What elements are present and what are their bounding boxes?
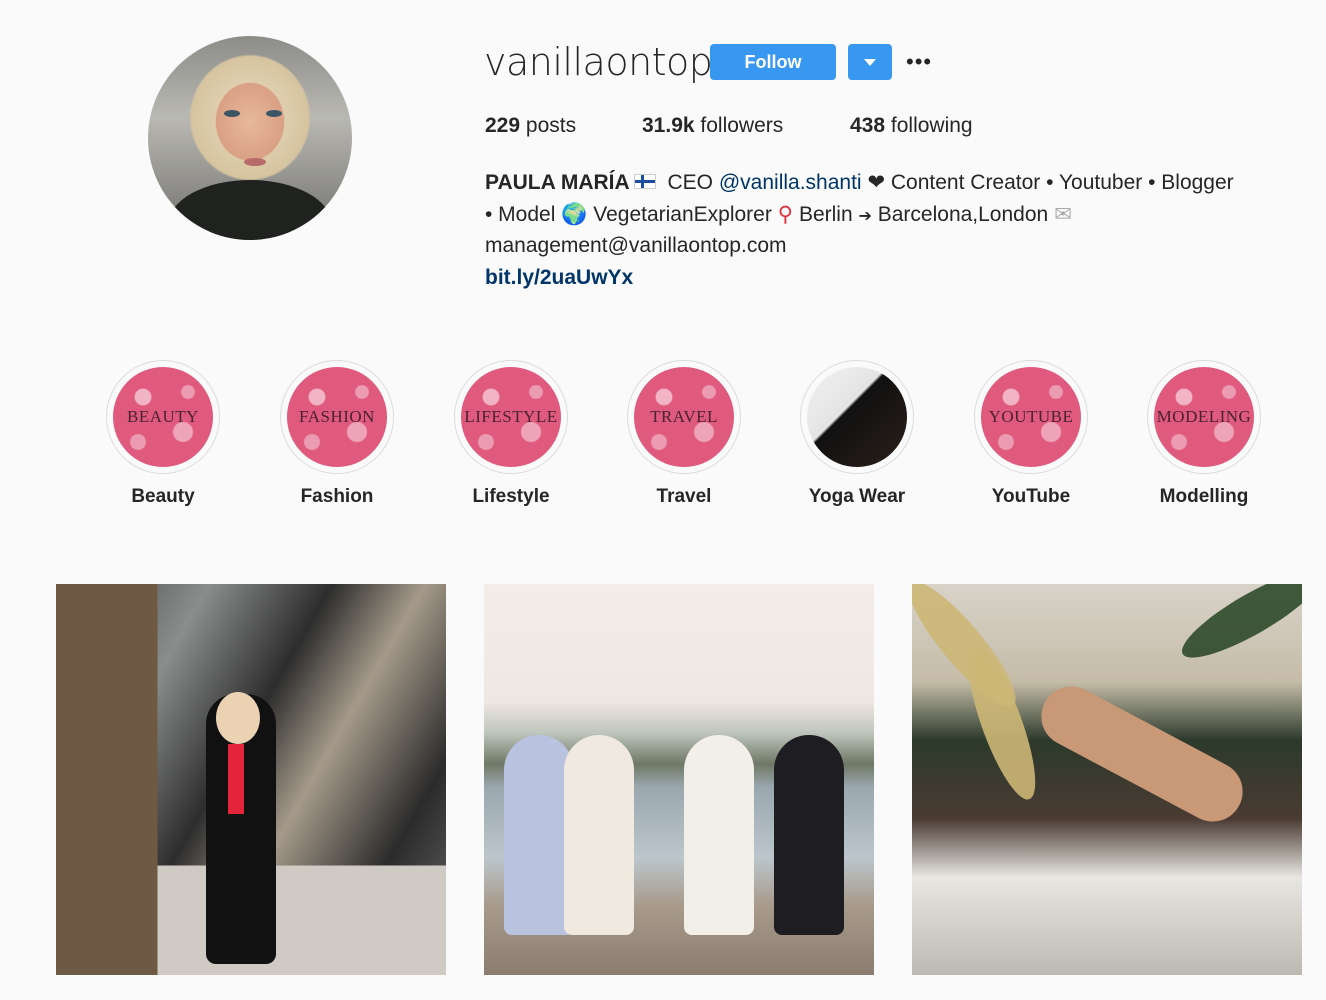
followers-count: 31.9k [642, 114, 695, 137]
post-photo-scarf [228, 744, 244, 814]
highlight-label: Fashion [300, 486, 374, 507]
bio-email: management@vanillaontop.com [485, 234, 787, 257]
highlight-lifestyle[interactable]: LIFESTYLE Lifestyle [454, 360, 568, 508]
post-photo-figure [774, 735, 844, 935]
followers-label: followers [700, 114, 784, 137]
bio-line-2: • Model 🌍 VegetarianExplorer ⚲ Berlin ➔ … [485, 202, 1072, 227]
highlight-label: Yoga Wear [808, 486, 906, 507]
avatar-eye [266, 110, 282, 117]
posts-count: 229 [485, 114, 521, 137]
highlight-cover: MODELING [1154, 367, 1254, 467]
highlight-youtube[interactable]: YOUTUBE YouTube [974, 360, 1088, 508]
highlight-cover-text: FASHION [299, 407, 375, 426]
avatar-eye [224, 110, 240, 117]
highlight-modelling[interactable]: MODELING Modelling [1147, 360, 1261, 508]
post-thumbnail[interactable] [912, 584, 1302, 975]
follow-button[interactable]: Follow [710, 44, 836, 80]
stat-posts: 229 posts [485, 114, 576, 138]
highlight-label: Modelling [1159, 486, 1249, 507]
bio-line2-berlin: Berlin [798, 203, 853, 226]
chevron-down-icon [864, 59, 876, 66]
highlight-cover: LIFESTYLE [461, 367, 561, 467]
bio-full-name: PAULA MARÍA [485, 171, 630, 194]
highlight-cover: YOUTUBE [981, 367, 1081, 467]
highlight-label: Travel [656, 486, 712, 507]
highlight-fashion[interactable]: FASHION Fashion [280, 360, 394, 508]
avatar-shirt [168, 180, 332, 240]
highlight-ring: MODELING [1147, 360, 1261, 474]
bio-line1-text: Content Creator • Youtuber • Blogger [890, 171, 1234, 194]
post-photo-figure [564, 735, 634, 935]
highlight-ring [800, 360, 914, 474]
globe-icon: 🌍 [561, 202, 588, 226]
post-photo-figure [1030, 675, 1254, 833]
post-photo-head [216, 692, 260, 744]
highlight-travel[interactable]: TRAVEL Travel [627, 360, 741, 508]
highlight-cover-text: YOUTUBE [988, 407, 1074, 426]
profile-username: vanillaontop [484, 40, 713, 84]
envelope-icon: ✉ [1054, 202, 1072, 226]
highlight-beauty[interactable]: BEAUTY Beauty [106, 360, 220, 508]
black-heart-icon: ❤ [867, 170, 886, 194]
bio-website-link[interactable]: bit.ly/2uaUwYx [485, 266, 633, 290]
highlight-cover: BEAUTY [113, 367, 213, 467]
bio-mention-link[interactable]: @vanilla.shanti [719, 171, 862, 194]
following-label: following [890, 114, 973, 137]
highlight-cover-text: LIFESTYLE [464, 407, 558, 426]
highlight-cover-text: BEAUTY [127, 407, 199, 426]
profile-avatar[interactable] [148, 36, 352, 240]
highlight-ring: LIFESTYLE [454, 360, 568, 474]
posts-label: posts [525, 114, 577, 137]
bio-line-1: PAULA MARÍA CEO @vanilla.shanti ❤ Conten… [485, 170, 1234, 195]
highlight-ring: YOUTUBE [974, 360, 1088, 474]
more-options-icon[interactable]: ••• [906, 51, 932, 73]
highlight-cover-text: MODELING [1156, 407, 1252, 426]
post-photo-leaf [1172, 584, 1302, 672]
soon-arrow-icon: ➔ [858, 206, 872, 225]
bio-ceo: CEO [667, 171, 714, 194]
highlight-cover: TRAVEL [634, 367, 734, 467]
highlight-cover-text: TRAVEL [650, 407, 718, 426]
highlight-cover: FASHION [287, 367, 387, 467]
post-thumbnail[interactable] [56, 584, 446, 975]
highlight-ring: TRAVEL [627, 360, 741, 474]
bio-line2-cities: Barcelona,London [877, 203, 1049, 226]
stat-followers[interactable]: 31.9k followers [642, 114, 783, 138]
map-pin-icon: ⚲ [777, 202, 794, 226]
highlight-label: YouTube [991, 486, 1071, 507]
stat-following[interactable]: 438 following [850, 114, 973, 138]
bio-line2-model: • Model [485, 203, 556, 226]
bio-line2-vegetarian: VegetarianExplorer [593, 203, 772, 226]
highlight-cover [807, 367, 907, 467]
avatar-lips [244, 158, 266, 166]
post-thumbnail[interactable] [484, 584, 874, 975]
highlight-label: Beauty [131, 486, 195, 507]
highlight-ring: BEAUTY [106, 360, 220, 474]
highlight-ring: FASHION [280, 360, 394, 474]
following-count: 438 [850, 114, 886, 137]
post-photo-figure [684, 735, 754, 935]
highlight-yoga-wear[interactable]: Yoga Wear [800, 360, 914, 508]
finland-flag-icon [633, 174, 656, 190]
highlight-label: Lifestyle [472, 486, 550, 507]
follow-dropdown-button[interactable] [848, 44, 892, 80]
